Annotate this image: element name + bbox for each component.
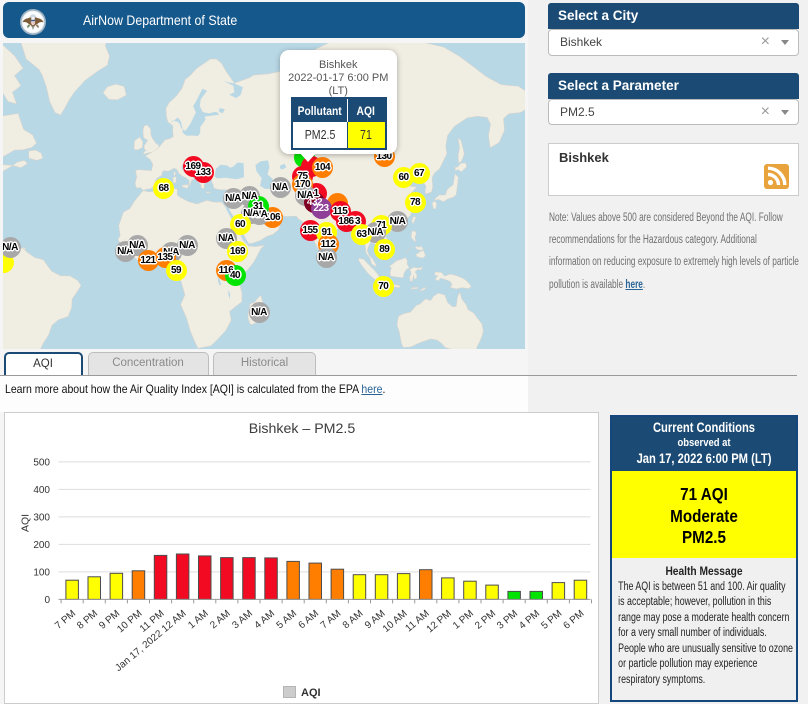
- svg-text:400: 400: [33, 485, 50, 496]
- svg-text:7 PM: 7 PM: [53, 608, 78, 631]
- svg-text:1 PM: 1 PM: [450, 608, 475, 631]
- svg-text:2 PM: 2 PM: [473, 608, 498, 631]
- svg-text:2 AM: 2 AM: [208, 608, 233, 631]
- svg-text:10 AM: 10 AM: [380, 608, 409, 635]
- svg-text:5 PM: 5 PM: [539, 608, 564, 631]
- svg-text:3 PM: 3 PM: [495, 608, 520, 631]
- svg-text:500: 500: [33, 457, 50, 468]
- svg-text:12 PM: 12 PM: [424, 608, 453, 635]
- svg-text:300: 300: [33, 512, 50, 523]
- svg-text:5 AM: 5 AM: [274, 608, 299, 631]
- svg-text:4 PM: 4 PM: [517, 608, 542, 631]
- svg-text:6 AM: 6 AM: [296, 608, 321, 631]
- svg-text:7 AM: 7 AM: [318, 608, 343, 631]
- svg-text:1 AM: 1 AM: [186, 608, 211, 631]
- svg-text:8 PM: 8 PM: [75, 608, 100, 631]
- svg-text:4 AM: 4 AM: [252, 608, 277, 631]
- svg-text:200: 200: [33, 540, 50, 551]
- svg-text:AQI: AQI: [19, 514, 31, 532]
- svg-text:10 PM: 10 PM: [115, 608, 144, 635]
- svg-text:6 PM: 6 PM: [561, 608, 586, 631]
- svg-text:0: 0: [44, 595, 50, 606]
- svg-text:8 AM: 8 AM: [340, 608, 365, 631]
- svg-text:100: 100: [33, 567, 50, 578]
- svg-text:AQI: AQI: [301, 687, 321, 699]
- svg-text:3 AM: 3 AM: [230, 608, 255, 631]
